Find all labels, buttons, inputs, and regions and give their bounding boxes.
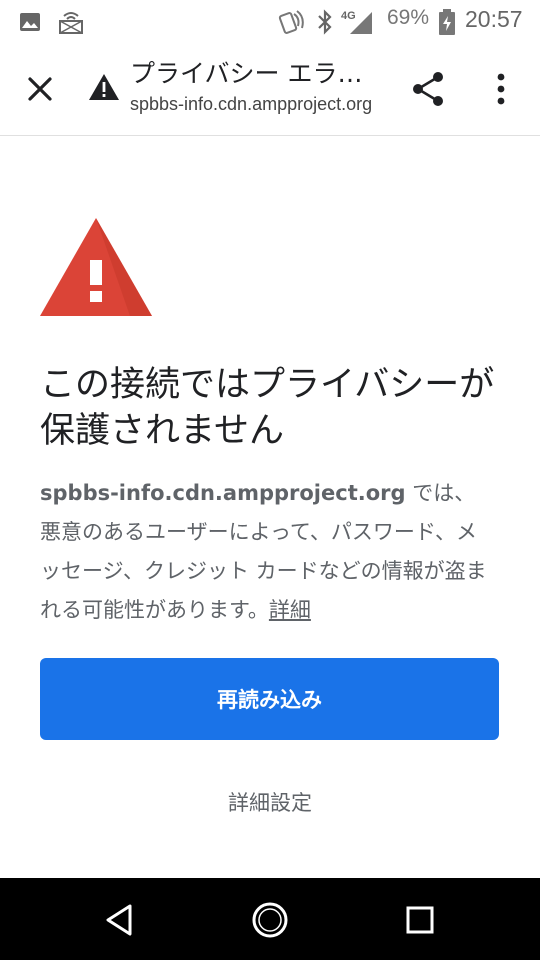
- large-warning-icon: [40, 218, 152, 316]
- warning-icon[interactable]: [88, 72, 120, 102]
- page-url: spbbs-info.cdn.ampproject.org: [130, 94, 373, 114]
- wireless-icon: [58, 8, 84, 36]
- home-icon[interactable]: [248, 898, 292, 942]
- error-message: spbbs-info.cdn.ampproject.org では、悪意のあるユー…: [40, 474, 488, 630]
- battery-percent: 69%: [387, 6, 430, 29]
- bluetooth-icon: [316, 8, 334, 36]
- signal-icon: 4G: [340, 8, 376, 36]
- reload-button[interactable]: 再読み込み: [40, 658, 499, 740]
- close-icon[interactable]: [22, 71, 58, 107]
- status-bar: 4G 69% 20:57: [0, 0, 540, 44]
- error-domain: spbbs-info.cdn.ampproject.org: [40, 481, 406, 505]
- page-title: プライバシー エラ…: [130, 59, 363, 88]
- back-icon[interactable]: [98, 898, 142, 942]
- navigation-bar: [0, 878, 540, 960]
- error-heading: この接続ではプライバシーが保護されません: [40, 365, 495, 451]
- custom-tab-toolbar: プライバシー エラ… spbbs-info.cdn.ampproject.org: [0, 44, 540, 136]
- clock: 20:57: [465, 6, 523, 32]
- network-label: 4G: [341, 10, 356, 22]
- more-vert-icon[interactable]: [488, 70, 514, 108]
- battery-icon: [438, 8, 456, 36]
- image-icon: [18, 8, 42, 36]
- recents-icon[interactable]: [398, 898, 442, 942]
- advanced-settings-button[interactable]: 詳細設定: [170, 780, 370, 824]
- details-link[interactable]: 詳細: [269, 598, 311, 622]
- share-icon[interactable]: [410, 70, 446, 108]
- nfc-icon: [278, 8, 306, 36]
